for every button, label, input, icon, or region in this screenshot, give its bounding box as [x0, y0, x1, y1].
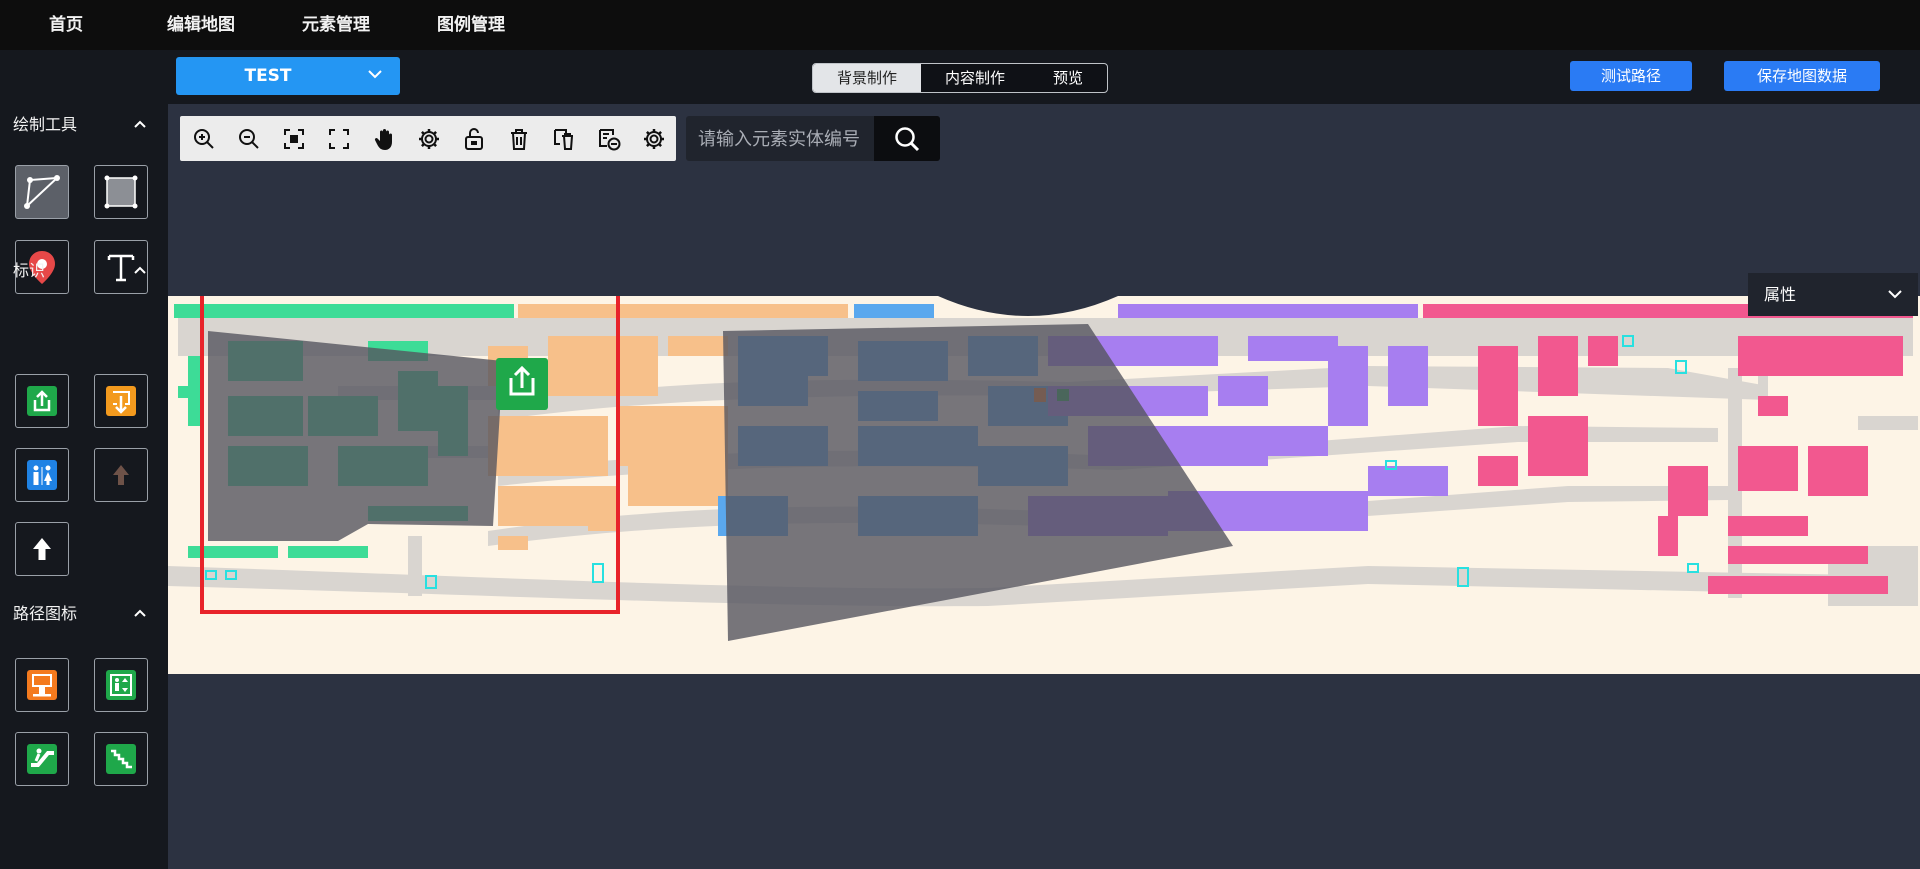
nav-legend-management[interactable]: 图例管理 [437, 0, 505, 50]
remove-layer-icon[interactable] [597, 127, 621, 151]
exit-icon [27, 386, 57, 416]
map-select[interactable]: TEST [176, 57, 400, 95]
section-route-icons[interactable]: 路径图标 [0, 593, 168, 635]
trash-icon[interactable] [507, 127, 531, 151]
escalator-route-button[interactable] [15, 732, 69, 786]
tab-content[interactable]: 内容制作 [921, 64, 1029, 92]
test-route-button[interactable]: 测试路径 [1570, 61, 1692, 91]
fullscreen-icon[interactable] [327, 127, 351, 151]
section-title: 标识 [13, 261, 46, 280]
search-button[interactable] [874, 116, 940, 161]
settings-gear-icon[interactable] [417, 127, 441, 151]
chevron-up-icon [134, 120, 146, 128]
elevator-route-button[interactable] [94, 658, 148, 712]
stairs-route-button[interactable] [15, 658, 69, 712]
elevator-icon [106, 670, 136, 700]
chevron-down-icon [1888, 290, 1902, 299]
escalator-icon [27, 744, 57, 774]
entrance-icon [106, 386, 136, 416]
map-select-value: TEST [244, 66, 292, 86]
zoom-out-icon[interactable] [237, 127, 261, 151]
nav-home[interactable]: 首页 [49, 0, 83, 50]
staircase-icon [106, 744, 136, 774]
nav-edit-map[interactable]: 编辑地图 [167, 0, 235, 50]
left-panel: 绘制工具 标识 路径图标 [0, 104, 169, 869]
chevron-down-icon [368, 70, 382, 79]
rectangle-icon [104, 175, 138, 209]
section-title: 路径图标 [13, 604, 78, 623]
staircase-route-button[interactable] [94, 732, 148, 786]
top-nav: 首页 编辑地图 元素管理 图例管理 [0, 0, 1920, 50]
zoom-in-icon[interactable] [192, 127, 216, 151]
restroom-marker-button[interactable] [15, 448, 69, 502]
floor-plan-map[interactable] [168, 296, 1920, 674]
stairs-sign-icon [27, 670, 57, 700]
unlock-icon[interactable] [462, 127, 486, 151]
rectangle-tool-button[interactable] [94, 165, 148, 219]
element-search [686, 116, 940, 163]
chevron-up-icon [134, 609, 146, 617]
chevron-up-icon [134, 266, 146, 274]
section-draw-tools[interactable]: 绘制工具 [0, 104, 168, 146]
mode-tabs: 背景制作 内容制作 预览 [812, 63, 1108, 93]
tab-preview[interactable]: 预览 [1029, 64, 1107, 92]
properties-panel[interactable]: 属性 [1748, 273, 1918, 316]
arrow-marker-disabled-button[interactable] [94, 448, 148, 502]
arrow-up-icon [33, 538, 51, 560]
nav-element-management[interactable]: 元素管理 [302, 0, 370, 50]
search-input[interactable] [696, 116, 872, 163]
placed-exit-marker [496, 358, 548, 410]
entrance-marker-button[interactable] [94, 374, 148, 428]
exit-marker-button[interactable] [15, 374, 69, 428]
search-icon [895, 126, 920, 151]
map-toolbar [180, 116, 676, 161]
gear-icon[interactable] [642, 127, 666, 151]
tab-background[interactable]: 背景制作 [813, 64, 921, 92]
delete-layer-icon[interactable] [552, 127, 576, 151]
arrow-up-icon [113, 465, 129, 485]
polygon-icon [24, 175, 60, 209]
save-map-button[interactable]: 保存地图数据 [1724, 61, 1880, 91]
arrow-marker-button[interactable] [15, 522, 69, 576]
polygon-tool-button[interactable] [15, 165, 69, 219]
section-title: 绘制工具 [13, 115, 78, 134]
pan-hand-icon[interactable] [372, 127, 396, 151]
restroom-icon [27, 460, 57, 490]
section-markers[interactable]: 标识 [0, 250, 168, 292]
properties-label: 属性 [1764, 285, 1797, 304]
fit-view-icon[interactable] [282, 127, 306, 151]
